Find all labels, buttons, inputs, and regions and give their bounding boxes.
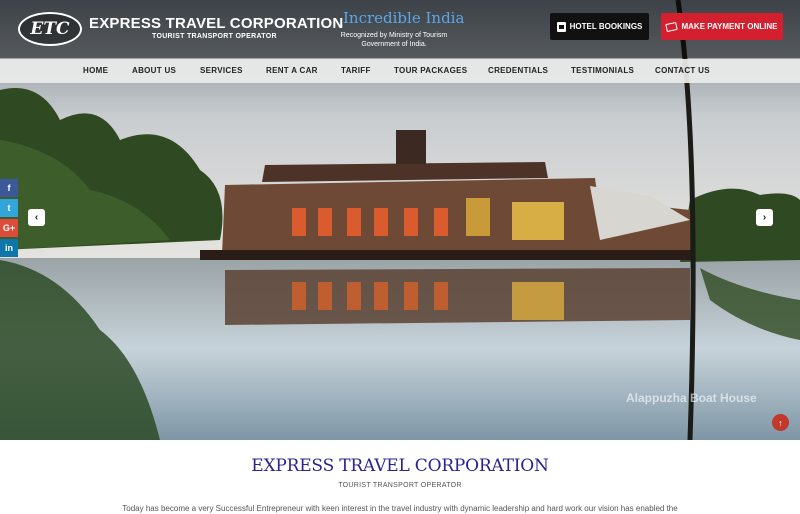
intro-text: Today has become a very Successful Entre… [122, 504, 678, 513]
make-payment-label: MAKE PAYMENT ONLINE [681, 22, 778, 31]
nav-rent-a-car[interactable]: RENT A CAR [266, 66, 318, 75]
nav-services[interactable]: SERVICES [200, 66, 243, 75]
main-nav: HOME ABOUT US SERVICES RENT A CAR TARIFF… [0, 59, 800, 83]
scroll-to-top-icon[interactable]: ↑ [772, 414, 789, 431]
nav-credentials[interactable]: CREDENTIALS [488, 66, 548, 75]
brand-name[interactable]: EXPRESS TRAVEL CORPORATION [89, 15, 343, 32]
make-payment-button[interactable]: MAKE PAYMENT ONLINE [661, 13, 783, 40]
nav-tariff[interactable]: TARIFF [341, 66, 371, 75]
page-title: EXPRESS TRAVEL CORPORATION [251, 456, 549, 476]
hotel-icon [556, 21, 566, 32]
page-subtitle: TOURIST TRANSPORT OPERATOR [338, 482, 462, 489]
google-plus-icon[interactable]: G+ [0, 219, 18, 237]
chevron-right-icon[interactable]: › [756, 209, 773, 226]
nav-contact-us[interactable]: CONTACT US [655, 66, 710, 75]
brand-subtitle: TOURIST TRANSPORT OPERATOR [152, 33, 277, 40]
hotel-bookings-button[interactable]: HOTEL BOOKINGS [550, 13, 649, 40]
twitter-icon[interactable]: t [0, 199, 18, 217]
etc-logo[interactable]: ETC [18, 12, 82, 46]
chevron-left-icon[interactable]: ‹ [28, 209, 45, 226]
facebook-icon[interactable]: f [0, 179, 18, 197]
incredible-india-logo: Incredible India [343, 9, 465, 27]
nav-tour-packages[interactable]: TOUR PACKAGES [394, 66, 467, 75]
top-header: ETC EXPRESS TRAVEL CORPORATION TOURIST T… [0, 0, 800, 58]
nav-about-us[interactable]: ABOUT US [132, 66, 176, 75]
recognition-text: Recognized by Ministry of Tourism Govern… [340, 32, 448, 48]
hotel-bookings-label: HOTEL BOOKINGS [569, 22, 643, 31]
nav-home[interactable]: HOME [83, 66, 108, 75]
nav-testimonials[interactable]: TESTIMONIALS [571, 66, 634, 75]
slide-caption: Alappuzha Boat House [626, 391, 757, 405]
linkedin-icon[interactable]: in [0, 239, 18, 257]
credit-card-icon [665, 21, 679, 32]
